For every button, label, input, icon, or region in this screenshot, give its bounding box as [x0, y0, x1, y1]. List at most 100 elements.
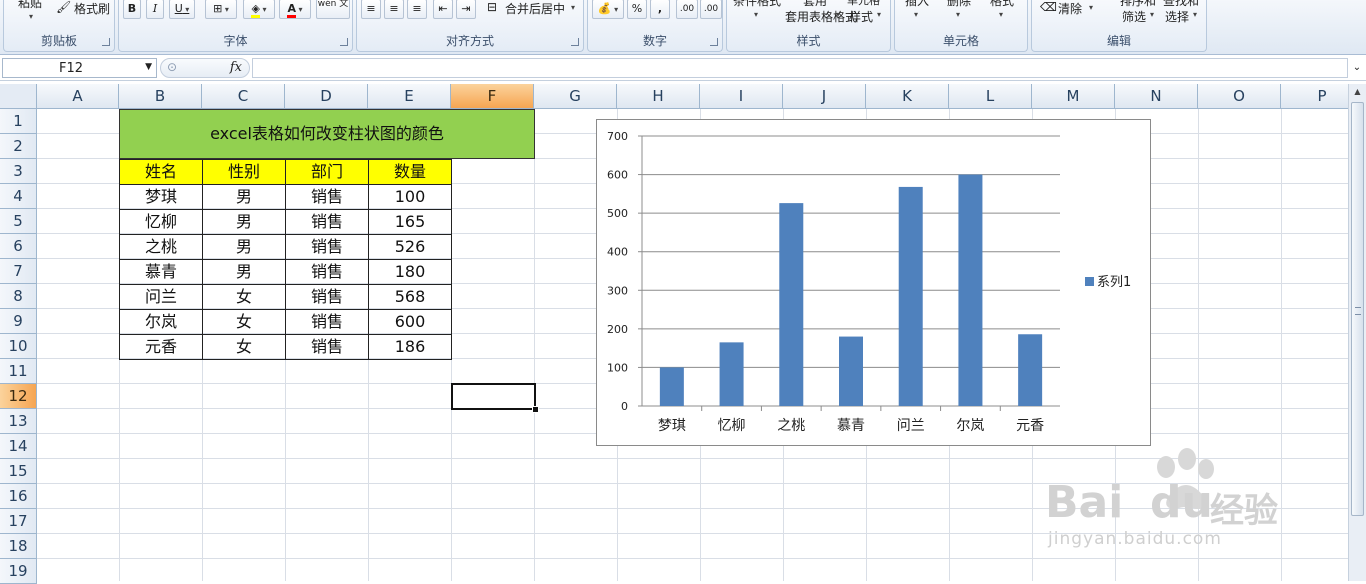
insert-dropdown-icon[interactable]: ▾ [914, 10, 918, 19]
header-cell[interactable]: 数量 [368, 159, 452, 185]
find-select-dropdown-icon[interactable]: ▾ [1193, 10, 1197, 19]
row-header-5[interactable]: 5 [0, 209, 37, 234]
conditional-format-button[interactable]: 条件格式 [733, 0, 781, 9]
insert-button[interactable]: 插入 [905, 0, 929, 9]
table-cell[interactable]: 186 [368, 334, 452, 360]
cancel-entry-icon[interactable]: ⊙ [167, 60, 177, 74]
bold-button[interactable]: B [123, 0, 141, 19]
merge-center-dropdown-icon[interactable]: ▾ [571, 3, 575, 12]
phonetic-button[interactable]: wén 文 [316, 0, 350, 19]
column-header-i[interactable]: I [700, 84, 783, 109]
merge-center-button[interactable]: 合并后居中 [505, 0, 565, 17]
increase-indent-icon[interactable]: ⇥ [456, 0, 476, 19]
table-cell[interactable]: 销售 [285, 209, 369, 235]
accounting-format-button[interactable]: 💰 ▾ [592, 0, 624, 19]
table-cell[interactable]: 568 [368, 284, 452, 310]
bar-chart[interactable]: 0 100 200 300 400 500 600 700 梦琪 忆柳 之桃 慕青 问兰 尔岚 元香 系列1 [596, 119, 1151, 446]
row-header-9[interactable]: 9 [0, 309, 37, 334]
percent-button[interactable]: % [627, 0, 647, 19]
sort-filter-dropdown-icon[interactable]: ▾ [1150, 10, 1154, 19]
column-header-d[interactable]: D [285, 84, 368, 109]
fill-handle[interactable] [532, 406, 539, 413]
row-header-19[interactable]: 19 [0, 559, 37, 584]
comma-style-button[interactable]: , [650, 0, 670, 19]
table-cell[interactable]: 100 [368, 184, 452, 210]
font-color-button[interactable]: A ▾ [279, 0, 311, 19]
column-header-j[interactable]: J [783, 84, 866, 109]
italic-button[interactable]: I [146, 0, 164, 19]
number-launcher-icon[interactable] [710, 38, 718, 46]
column-header-o[interactable]: O [1198, 84, 1281, 109]
find-select-button[interactable]: 选择 [1165, 8, 1189, 25]
row-header-8[interactable]: 8 [0, 284, 37, 309]
cell-style-label[interactable]: 样式 [849, 8, 873, 25]
format-dropdown-icon[interactable]: ▾ [999, 10, 1003, 19]
name-box[interactable]: F12 ▼ [2, 58, 157, 78]
row-header-2[interactable]: 2 [0, 134, 37, 159]
table-cell[interactable]: 女 [202, 284, 286, 310]
sort-filter-button[interactable]: 筛选 [1122, 8, 1146, 25]
cell-style-button[interactable]: 单元格 [847, 0, 880, 8]
row-header-11[interactable]: 11 [0, 359, 37, 384]
column-header-n[interactable]: N [1115, 84, 1198, 109]
format-button[interactable]: 格式 [990, 0, 1014, 9]
table-cell[interactable]: 尔岚 [119, 309, 203, 335]
column-header-e[interactable]: E [368, 84, 451, 109]
column-header-f[interactable]: F [451, 84, 534, 109]
table-cell[interactable]: 526 [368, 234, 452, 260]
title-cell[interactable]: excel表格如何改变柱状图的颜色 [119, 109, 535, 159]
column-header-h[interactable]: H [617, 84, 700, 109]
delete-button[interactable]: 删除 [947, 0, 971, 9]
row-header-1[interactable]: 1 [0, 109, 37, 134]
table-cell[interactable]: 销售 [285, 184, 369, 210]
row-header-13[interactable]: 13 [0, 409, 37, 434]
font-launcher-icon[interactable] [340, 38, 348, 46]
table-cell[interactable]: 男 [202, 234, 286, 260]
table-cell[interactable]: 销售 [285, 234, 369, 260]
column-header-m[interactable]: M [1032, 84, 1115, 109]
header-cell[interactable]: 姓名 [119, 159, 203, 185]
row-header-4[interactable]: 4 [0, 184, 37, 209]
table-cell[interactable]: 销售 [285, 284, 369, 310]
table-cell[interactable]: 600 [368, 309, 452, 335]
table-cell[interactable]: 忆柳 [119, 209, 203, 235]
column-header-l[interactable]: L [949, 84, 1032, 109]
align-left-icon[interactable]: ≡ [361, 0, 381, 19]
clear-dropdown-icon[interactable]: ▾ [1089, 3, 1093, 12]
row-header-10[interactable]: 10 [0, 334, 37, 359]
row-header-15[interactable]: 15 [0, 459, 37, 484]
table-cell[interactable]: 元香 [119, 334, 203, 360]
underline-button[interactable]: U ▾ [169, 0, 195, 19]
clipboard-launcher-icon[interactable] [102, 38, 110, 46]
cell-style-dropdown-icon[interactable]: ▾ [877, 10, 881, 19]
table-cell[interactable]: 男 [202, 259, 286, 285]
table-cell[interactable]: 梦琪 [119, 184, 203, 210]
scrollbar-thumb[interactable] [1351, 102, 1364, 516]
table-cell[interactable]: 180 [368, 259, 452, 285]
column-header-b[interactable]: B [119, 84, 202, 109]
delete-dropdown-icon[interactable]: ▾ [956, 10, 960, 19]
scroll-up-icon[interactable]: ▲ [1349, 84, 1366, 100]
column-header-c[interactable]: C [202, 84, 285, 109]
table-cell[interactable]: 销售 [285, 309, 369, 335]
table-cell[interactable]: 男 [202, 184, 286, 210]
table-cell[interactable]: 女 [202, 334, 286, 360]
table-format-button[interactable]: 套用表格格式 [785, 8, 857, 25]
row-header-17[interactable]: 17 [0, 509, 37, 534]
decrease-decimal-button[interactable]: .00 [700, 0, 722, 19]
table-cell[interactable]: 之桃 [119, 234, 203, 260]
table-format-dropdown-icon[interactable]: ▾ [836, 10, 840, 19]
insert-function-button[interactable]: ⊙ fx [160, 58, 250, 78]
name-box-dropdown-icon[interactable]: ▼ [145, 62, 152, 72]
header-cell[interactable]: 部门 [285, 159, 369, 185]
column-header-k[interactable]: K [866, 84, 949, 109]
active-cell-selection[interactable] [451, 383, 536, 410]
table-cell[interactable]: 销售 [285, 334, 369, 360]
conditional-format-dropdown-icon[interactable]: ▾ [754, 10, 758, 19]
row-header-6[interactable]: 6 [0, 234, 37, 259]
select-all-button[interactable] [0, 84, 37, 109]
row-header-18[interactable]: 18 [0, 534, 37, 559]
borders-button[interactable]: ⊞ ▾ [205, 0, 237, 19]
vertical-scrollbar[interactable]: ▲ [1348, 84, 1366, 581]
header-cell[interactable]: 性别 [202, 159, 286, 185]
